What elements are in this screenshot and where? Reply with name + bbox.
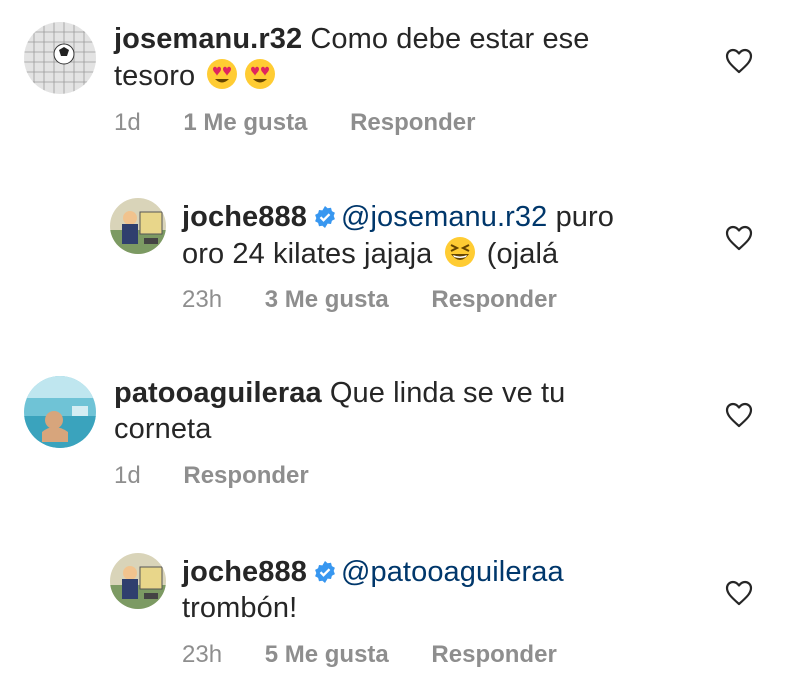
timestamp: 23h [182,286,223,313]
comment-text: patooaguileraa Que linda se ve tu cornet… [114,375,674,447]
comment-body: puro [555,201,615,233]
username[interactable]: joche888 [182,201,307,233]
heart-outline-icon[interactable] [725,48,753,74]
comment-meta: 1d Responder [114,461,345,491]
comment-body-line2: tesoro [114,60,196,92]
likes-count[interactable]: 5 Me gusta [265,640,389,670]
likes-count[interactable]: 1 Me gusta [183,108,307,138]
comment-text: joche888 @josemanu.r32 puro oro 24 kilate… [182,199,682,272]
comment-body-line2: trombón! [182,592,298,624]
timestamp: 23h [182,641,223,668]
likes-count[interactable]: 3 Me gusta [265,285,389,315]
comment-text: josemanu.r32 Como debe estar ese tesoro [114,21,674,94]
comment-body-line2: oro 24 kilates jajaja [182,238,433,270]
avatar[interactable] [24,376,96,448]
username[interactable]: josemanu.r32 [114,23,302,55]
mention-link[interactable]: @josemanu.r32 [341,201,547,233]
username[interactable]: patooaguileraa [114,377,322,409]
avatar[interactable] [110,553,166,609]
timestamp: 1d [114,109,141,136]
username[interactable]: joche888 [182,556,307,588]
comment-text: joche888 @patooaguileraa trombón! [182,554,682,626]
avatar[interactable] [110,198,166,254]
heart-eyes-emoji [205,57,239,91]
verified-badge-icon [315,561,335,583]
verified-badge-icon [315,206,335,228]
reply-button[interactable]: Responder [350,108,475,138]
heart-outline-icon[interactable] [725,580,753,606]
comment-body-line2: corneta [114,413,212,445]
reply-button[interactable]: Responder [183,461,308,491]
reply-button[interactable]: Responder [431,285,556,315]
heart-outline-icon[interactable] [725,225,753,251]
comment-meta: 23h 5 Me gusta Responder [182,640,593,670]
comment-body-tail: (ojalá [486,238,559,270]
grinning-squinting-emoji [443,235,477,269]
mention-link[interactable]: @patooaguileraa [341,556,564,588]
heart-eyes-emoji [243,57,277,91]
avatar[interactable] [24,22,96,94]
comment-meta: 23h 3 Me gusta Responder [182,285,593,315]
timestamp: 1d [114,462,141,489]
reply-button[interactable]: Responder [431,640,556,670]
comment-body: Que linda se ve tu [329,377,566,409]
comment-meta: 1d 1 Me gusta Responder [114,108,511,138]
heart-outline-icon[interactable] [725,402,753,428]
comment-body: Como debe estar ese [310,23,590,55]
